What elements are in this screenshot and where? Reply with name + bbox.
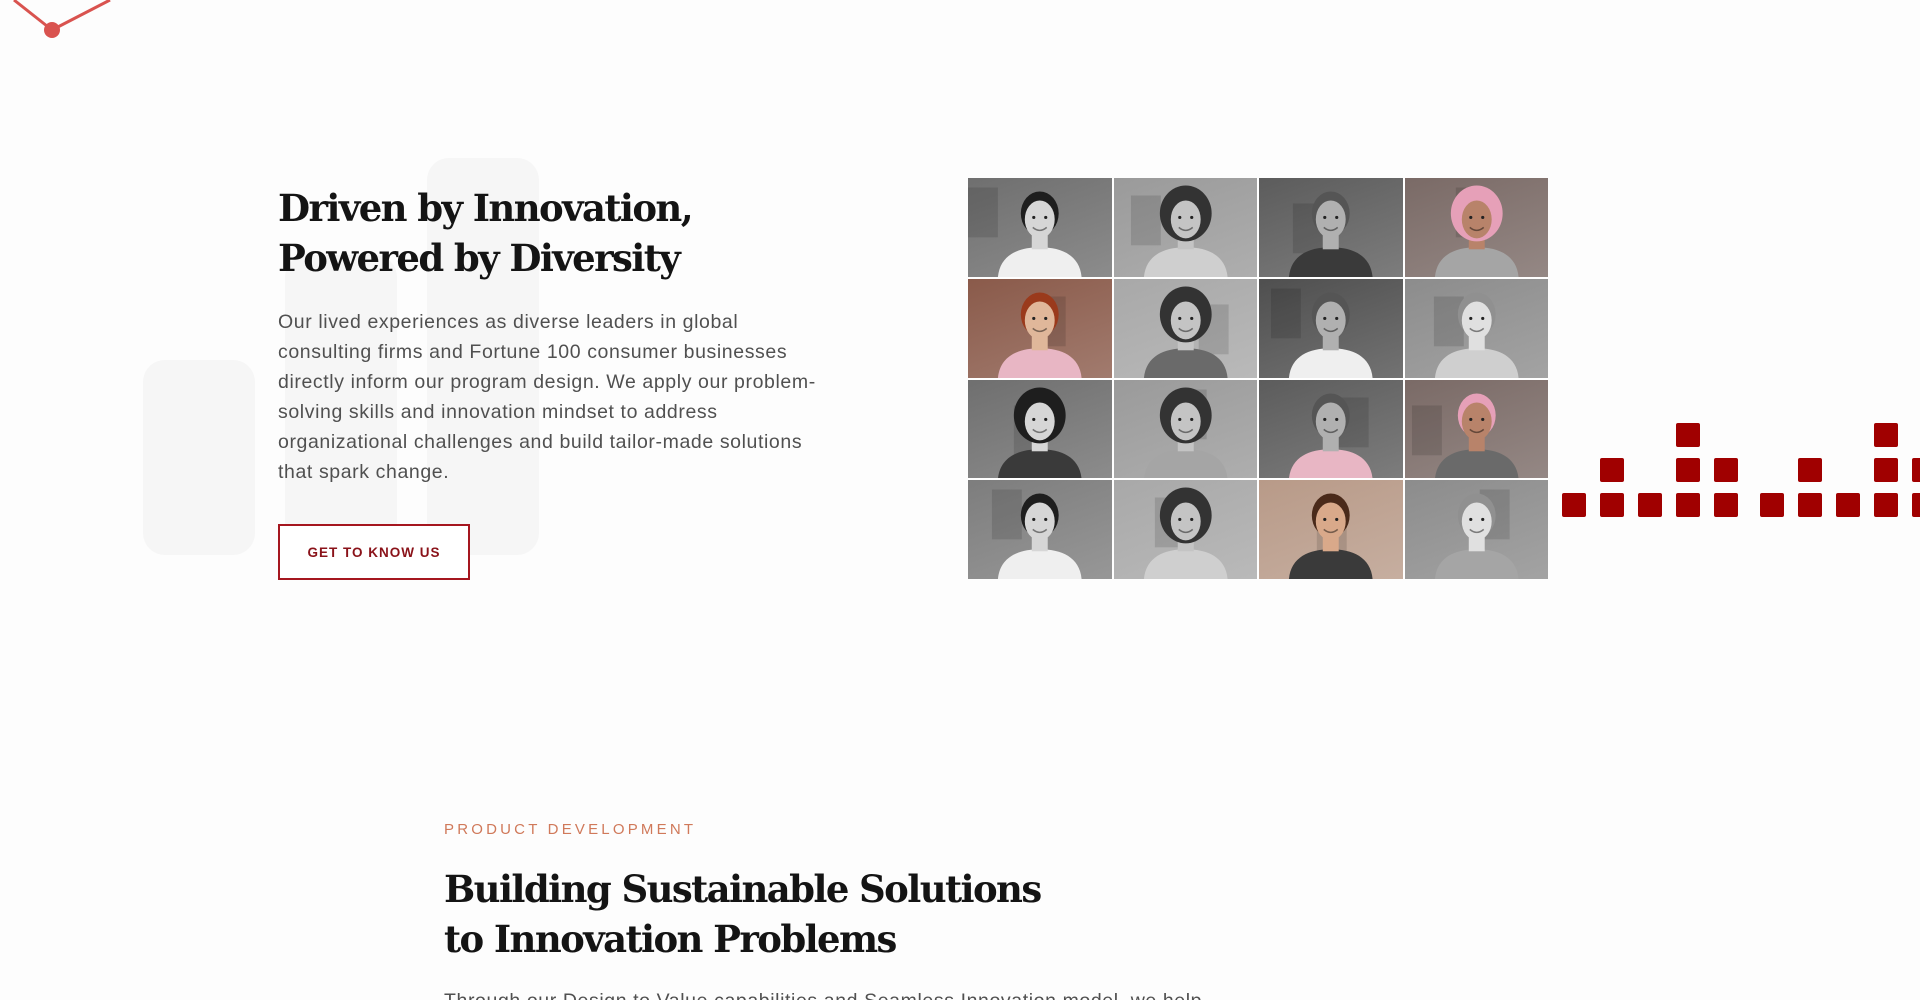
hero-title-line-2: Powered by Diversity bbox=[278, 236, 681, 280]
background-bar bbox=[143, 360, 255, 555]
person-silhouette-icon bbox=[991, 489, 1082, 579]
person-silhouette-icon bbox=[997, 292, 1082, 378]
portrait-photo bbox=[1404, 178, 1548, 277]
person-silhouette-icon bbox=[968, 187, 1082, 277]
equalizer-block bbox=[1760, 493, 1784, 517]
equalizer-block bbox=[1638, 493, 1662, 517]
hero-title-line-1: Driven by Innovation, bbox=[278, 186, 694, 230]
section-title-line-1: Building Sustainable Solutions bbox=[444, 867, 1042, 911]
equalizer-block bbox=[1912, 458, 1920, 482]
portrait-photo bbox=[1259, 379, 1403, 479]
portrait-photo bbox=[1259, 480, 1403, 579]
person-silhouette-icon bbox=[1143, 387, 1228, 479]
person-silhouette-icon bbox=[1143, 487, 1228, 579]
equalizer-block bbox=[1874, 458, 1898, 482]
equalizer-block bbox=[1714, 458, 1738, 482]
equalizer-blocks-icon bbox=[1560, 420, 1920, 520]
person-silhouette-icon bbox=[1434, 489, 1519, 579]
equalizer-block bbox=[1600, 493, 1624, 517]
portrait-photo bbox=[968, 178, 1112, 277]
person-silhouette-icon bbox=[1130, 185, 1228, 277]
portrait-photo bbox=[1404, 379, 1548, 479]
section-title-line-2: to Innovation Problems bbox=[444, 917, 897, 961]
equalizer-block bbox=[1676, 493, 1700, 517]
person-silhouette-icon bbox=[1433, 292, 1519, 378]
portrait-photo bbox=[1113, 379, 1257, 479]
portrait-photo bbox=[1113, 480, 1257, 579]
person-silhouette-icon bbox=[1143, 286, 1229, 378]
portrait-photo bbox=[1113, 278, 1257, 378]
person-silhouette-icon bbox=[1270, 288, 1373, 378]
equalizer-block bbox=[1676, 458, 1700, 482]
section-description: Through our Design to Value capabilities… bbox=[444, 986, 1202, 1000]
equalizer-block bbox=[1562, 493, 1586, 517]
hero-title: Driven by Innovation, Powered by Diversi… bbox=[278, 183, 838, 283]
person-silhouette-icon bbox=[1288, 393, 1373, 479]
person-silhouette-icon bbox=[1288, 191, 1373, 277]
section-title: Building Sustainable Solutions to Innova… bbox=[444, 864, 1144, 964]
portrait-photo bbox=[1404, 278, 1548, 378]
network-node-icon bbox=[13, 0, 111, 38]
equalizer-block bbox=[1714, 493, 1738, 517]
equalizer-block bbox=[1874, 423, 1898, 447]
hero-description: Our lived experiences as diverse leaders… bbox=[278, 311, 816, 483]
equalizer-block bbox=[1798, 493, 1822, 517]
equalizer-block bbox=[1798, 458, 1822, 482]
equalizer-block bbox=[1676, 423, 1700, 447]
person-silhouette-icon bbox=[1411, 393, 1519, 479]
portrait-photo bbox=[1259, 278, 1403, 378]
equalizer-block bbox=[1874, 493, 1898, 517]
equalizer-block bbox=[1600, 458, 1624, 482]
equalizer-block bbox=[1836, 493, 1860, 517]
get-to-know-us-button[interactable]: GET TO KNOW US bbox=[278, 524, 470, 580]
person-silhouette-icon bbox=[1434, 185, 1519, 277]
portrait-photo bbox=[1259, 178, 1403, 277]
portrait-photo bbox=[1113, 178, 1257, 277]
person-silhouette-icon bbox=[1288, 493, 1373, 579]
team-photo-grid bbox=[968, 178, 1548, 579]
section-eyebrow: PRODUCT DEVELOPMENT bbox=[444, 821, 697, 838]
person-silhouette-icon bbox=[997, 387, 1082, 479]
portrait-photo bbox=[968, 379, 1112, 479]
equalizer-block bbox=[1912, 493, 1920, 517]
portrait-photo bbox=[968, 480, 1112, 579]
portrait-photo bbox=[1404, 480, 1548, 579]
portrait-photo bbox=[968, 278, 1112, 378]
